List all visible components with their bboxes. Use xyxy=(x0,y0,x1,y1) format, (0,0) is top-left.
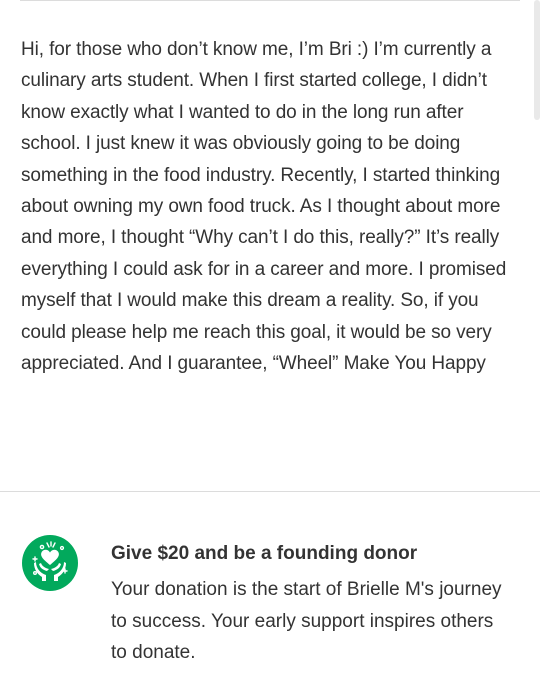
fundraiser-story: Hi, for those who don’t know me, I’m Bri… xyxy=(21,39,507,375)
heart-hands-badge-icon xyxy=(22,535,78,591)
section-divider xyxy=(0,491,540,492)
scrollbar[interactable] xyxy=(534,0,540,120)
top-divider xyxy=(20,0,520,1)
founding-donor-description: Your donation is the start of Brielle M'… xyxy=(111,579,502,663)
founding-donor-title: Give $20 and be a founding donor xyxy=(111,543,418,564)
